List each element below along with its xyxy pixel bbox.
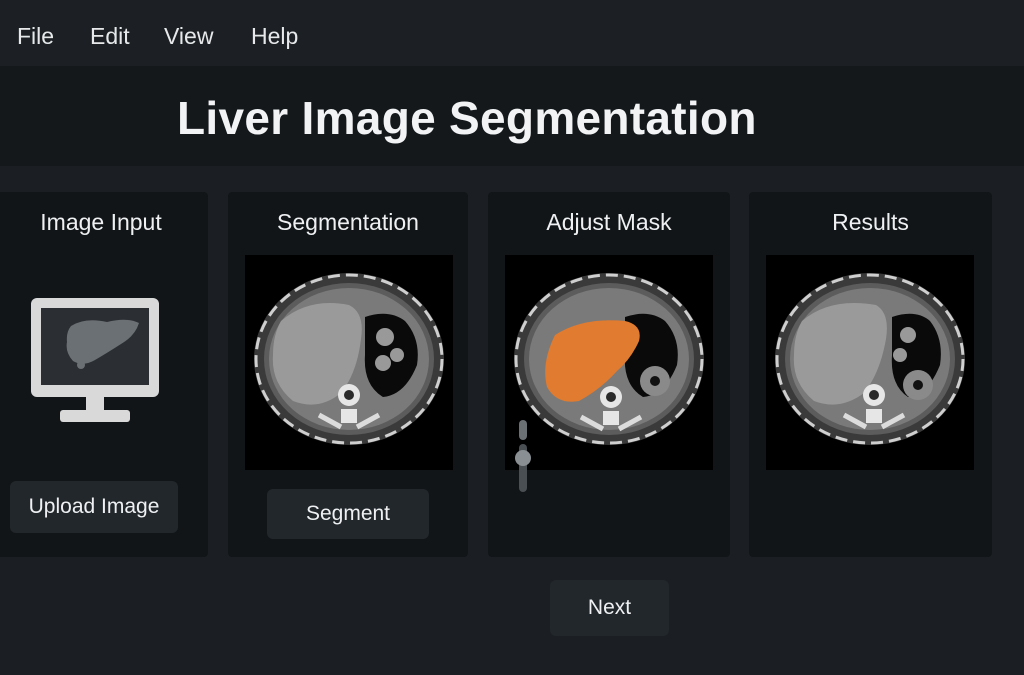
segmentation-title: Segmentation [277, 209, 419, 235]
results-title: Results [832, 209, 909, 235]
page-title: Liver Image Segmentation [177, 92, 757, 144]
next-button[interactable]: Next [550, 580, 669, 636]
menu-bar: File Edit View Help [0, 0, 1024, 66]
menu-view[interactable]: View [164, 22, 213, 50]
adjust-mask-panel: Adjust Mask [488, 192, 730, 557]
image-input-title: Image Input [40, 209, 162, 235]
slider-handle [515, 450, 531, 466]
mask-adjust-slider[interactable] [514, 420, 532, 492]
segmentation-panel: Segmentation Segment [228, 192, 468, 557]
upload-image-button[interactable]: Upload Image [10, 481, 178, 533]
menu-edit[interactable]: Edit [90, 22, 130, 50]
monitor-liver-icon [31, 298, 159, 422]
menu-file[interactable]: File [17, 22, 54, 50]
segment-button[interactable]: Segment [267, 489, 429, 539]
results-panel: Results [749, 192, 992, 557]
segmentation-scan-image [245, 255, 453, 470]
adjust-mask-title: Adjust Mask [546, 209, 672, 235]
menu-help[interactable]: Help [251, 22, 298, 50]
image-input-panel: Image Input Upload Image [0, 192, 208, 557]
adjust-mask-scan-image [505, 255, 713, 470]
results-scan-image [766, 255, 974, 470]
